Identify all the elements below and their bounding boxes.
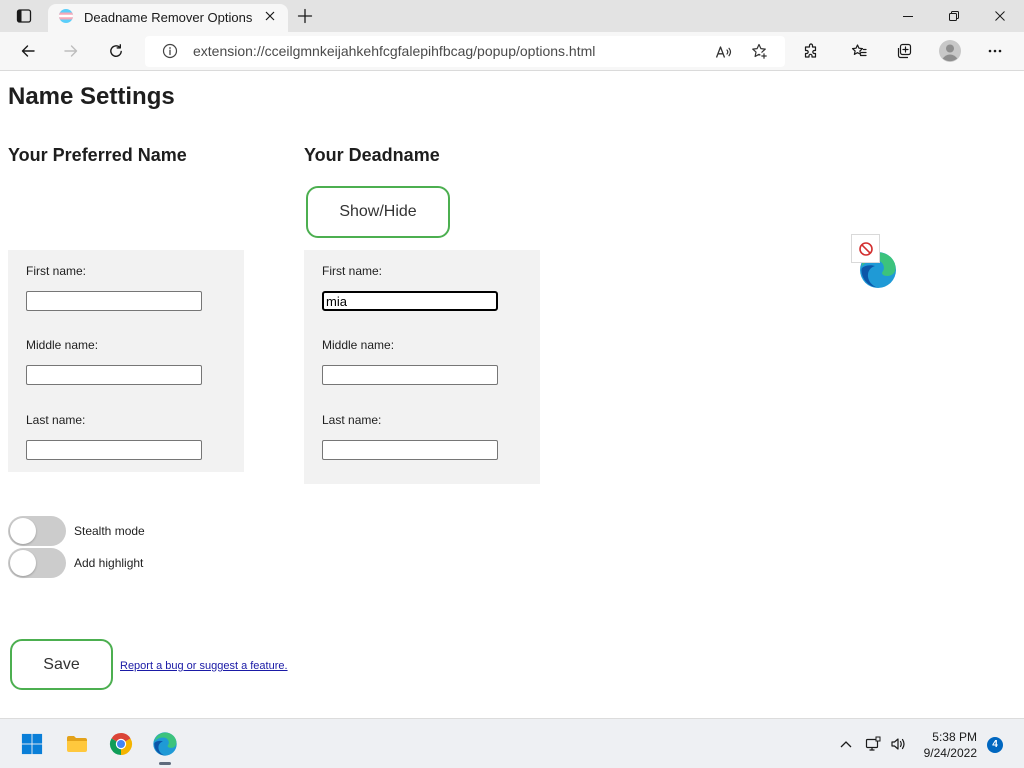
blocked-icon[interactable] xyxy=(851,234,880,263)
stealth-mode-label: Stealth mode xyxy=(74,524,145,538)
title-bar: Deadname Remover Options xyxy=(0,0,1024,32)
extensions-puzzle-icon[interactable] xyxy=(795,35,827,67)
tab-title: Deadname Remover Options xyxy=(84,10,253,25)
clock[interactable]: 5:38 PM 9/24/2022 xyxy=(915,729,977,761)
preferred-middle-name-input[interactable] xyxy=(26,365,202,385)
edge-icon[interactable] xyxy=(145,724,185,764)
file-explorer-icon[interactable] xyxy=(57,724,97,764)
close-window-icon[interactable] xyxy=(977,0,1023,32)
add-highlight-toggle[interactable] xyxy=(8,548,66,578)
browser-toolbar: extension://cceilgmnkeijahkehfcgfalepihf… xyxy=(0,32,1024,71)
add-highlight-label: Add highlight xyxy=(74,556,144,570)
profile-avatar-icon[interactable] xyxy=(934,35,966,67)
preferred-name-heading: Your Preferred Name xyxy=(8,145,187,165)
preferred-last-name-label: Last name: xyxy=(26,413,86,427)
chrome-icon[interactable] xyxy=(101,724,141,764)
toggle-knob xyxy=(10,550,36,576)
preferred-first-name-label: First name: xyxy=(26,264,87,278)
browser-tab[interactable]: Deadname Remover Options xyxy=(48,4,288,32)
volume-icon[interactable] xyxy=(886,732,910,756)
deadname-heading: Your Deadname xyxy=(304,145,440,165)
address-bar[interactable]: extension://cceilgmnkeijahkehfcgfalepihf… xyxy=(145,36,785,67)
show-hide-button[interactable]: Show/Hide xyxy=(306,186,450,238)
notification-badge[interactable]: 4 xyxy=(987,737,1003,753)
deadname-last-name-input[interactable] xyxy=(322,440,498,460)
restore-icon[interactable] xyxy=(931,0,977,32)
preferred-name-panel: First name: Middle name: Last name: xyxy=(8,250,244,472)
back-arrow-icon[interactable] xyxy=(12,35,44,67)
stealth-mode-toggle[interactable] xyxy=(8,516,66,546)
refresh-icon[interactable] xyxy=(100,35,132,67)
read-aloud-icon[interactable] xyxy=(710,38,738,66)
add-favorite-icon[interactable] xyxy=(746,38,774,66)
deadname-panel: First name: Middle name: Last name: xyxy=(304,250,540,484)
deadname-first-name-input[interactable] xyxy=(322,291,498,311)
more-options-icon[interactable] xyxy=(979,35,1011,67)
taskbar: 5:38 PM 9/24/2022 4 xyxy=(0,718,1024,768)
minimize-icon[interactable] xyxy=(885,0,931,32)
start-icon[interactable] xyxy=(12,724,52,764)
page-title: Name Settings xyxy=(8,83,175,110)
save-button[interactable]: Save xyxy=(10,639,113,690)
chevron-up-icon[interactable] xyxy=(834,732,858,756)
trans-flag-favicon-icon xyxy=(58,8,74,24)
preferred-last-name-input[interactable] xyxy=(26,440,202,460)
collections-icon[interactable] xyxy=(888,35,920,67)
deadname-first-name-label: First name: xyxy=(322,264,383,278)
network-icon[interactable] xyxy=(861,732,885,756)
deadname-middle-name-label: Middle name: xyxy=(322,338,395,352)
tab-actions-icon[interactable] xyxy=(8,0,40,32)
deadname-middle-name-input[interactable] xyxy=(322,365,498,385)
deadname-last-name-label: Last name: xyxy=(322,413,382,427)
clock-time: 5:38 PM xyxy=(932,730,977,744)
preferred-first-name-input[interactable] xyxy=(26,291,202,311)
url-text[interactable]: extension://cceilgmnkeijahkehfcgfalepihf… xyxy=(193,36,595,67)
forward-arrow-icon[interactable] xyxy=(55,35,87,67)
tab-close-icon[interactable] xyxy=(262,8,278,24)
options-page: Name Settings Your Preferred Name Your D… xyxy=(0,71,1024,718)
preferred-middle-name-label: Middle name: xyxy=(26,338,99,352)
report-bug-link[interactable]: Report a bug or suggest a feature. xyxy=(120,659,288,673)
active-app-indicator xyxy=(159,762,171,765)
new-tab-plus-icon[interactable] xyxy=(289,0,321,32)
clock-date: 9/24/2022 xyxy=(923,746,977,760)
site-info-icon[interactable] xyxy=(158,39,182,63)
toggle-knob xyxy=(10,518,36,544)
favorites-icon[interactable] xyxy=(843,35,875,67)
